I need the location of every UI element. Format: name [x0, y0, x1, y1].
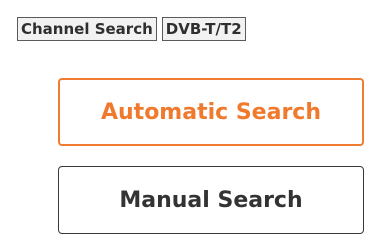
channel-search-screen: Channel Search DVB-T/T2 Automatic Search…: [0, 0, 384, 248]
breadcrumb-channel-search: Channel Search: [17, 17, 157, 41]
automatic-search-button[interactable]: Automatic Search: [58, 78, 364, 146]
manual-search-button[interactable]: Manual Search: [58, 166, 364, 234]
breadcrumb-dvb-t-t2: DVB-T/T2: [161, 17, 246, 41]
manual-search-label: Manual Search: [119, 187, 303, 213]
breadcrumb: Channel Search DVB-T/T2: [17, 17, 246, 41]
automatic-search-label: Automatic Search: [100, 99, 321, 125]
